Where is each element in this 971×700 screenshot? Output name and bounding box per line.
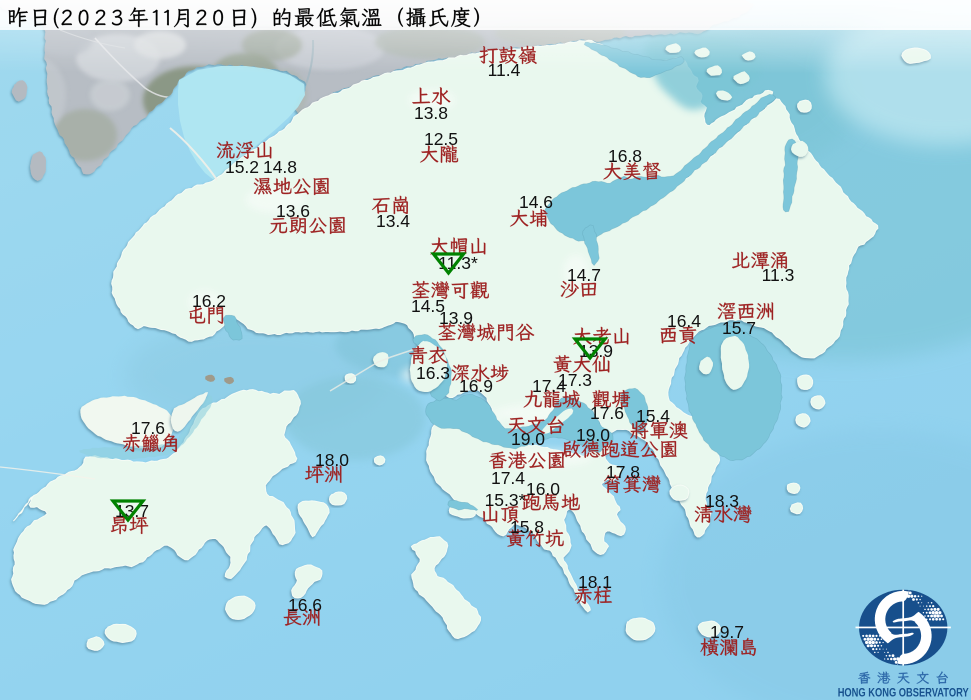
svg-text:17.6: 17.6 bbox=[590, 403, 624, 423]
svg-text:11.3: 11.3 bbox=[762, 265, 795, 285]
svg-text:17.6: 17.6 bbox=[131, 418, 165, 438]
svg-text:11.4: 11.4 bbox=[488, 60, 521, 80]
svg-text:16.3: 16.3 bbox=[416, 363, 450, 383]
svg-text:15.3*: 15.3* bbox=[485, 490, 526, 510]
svg-text:17.8: 17.8 bbox=[606, 462, 640, 482]
svg-text:15.7: 15.7 bbox=[722, 318, 756, 338]
svg-text:15.4: 15.4 bbox=[636, 406, 670, 426]
svg-text:13.6: 13.6 bbox=[276, 201, 310, 221]
svg-text:15.2: 15.2 bbox=[225, 157, 259, 177]
svg-text:14.8: 14.8 bbox=[263, 157, 297, 177]
svg-text:HONG KONG OBSERVATORY: HONG KONG OBSERVATORY bbox=[838, 688, 969, 700]
svg-text:16.4: 16.4 bbox=[667, 311, 701, 331]
svg-text:12.5: 12.5 bbox=[424, 129, 458, 149]
svg-text:16.6: 16.6 bbox=[288, 595, 322, 615]
svg-text:16.0: 16.0 bbox=[526, 479, 560, 499]
svg-text:19.7: 19.7 bbox=[710, 622, 744, 642]
svg-text:17.4: 17.4 bbox=[491, 468, 525, 488]
svg-text:16.2: 16.2 bbox=[192, 291, 226, 311]
svg-text:17.4: 17.4 bbox=[532, 376, 566, 396]
svg-text:13.4: 13.4 bbox=[376, 211, 410, 231]
svg-text:15.8: 15.8 bbox=[510, 517, 544, 537]
svg-text:19.0: 19.0 bbox=[511, 429, 545, 449]
svg-text:13.9: 13.9 bbox=[439, 308, 473, 328]
svg-text:16.9: 16.9 bbox=[459, 376, 493, 396]
svg-text:18.1: 18.1 bbox=[578, 572, 612, 592]
svg-text:18.3: 18.3 bbox=[705, 491, 739, 511]
svg-text:13.8: 13.8 bbox=[414, 103, 448, 123]
svg-text:18.0: 18.0 bbox=[315, 450, 349, 470]
svg-text:19.0: 19.0 bbox=[576, 425, 610, 445]
svg-text:14.6: 14.6 bbox=[519, 192, 553, 212]
svg-text:14.7: 14.7 bbox=[567, 265, 601, 285]
svg-text:16.8: 16.8 bbox=[608, 146, 642, 166]
